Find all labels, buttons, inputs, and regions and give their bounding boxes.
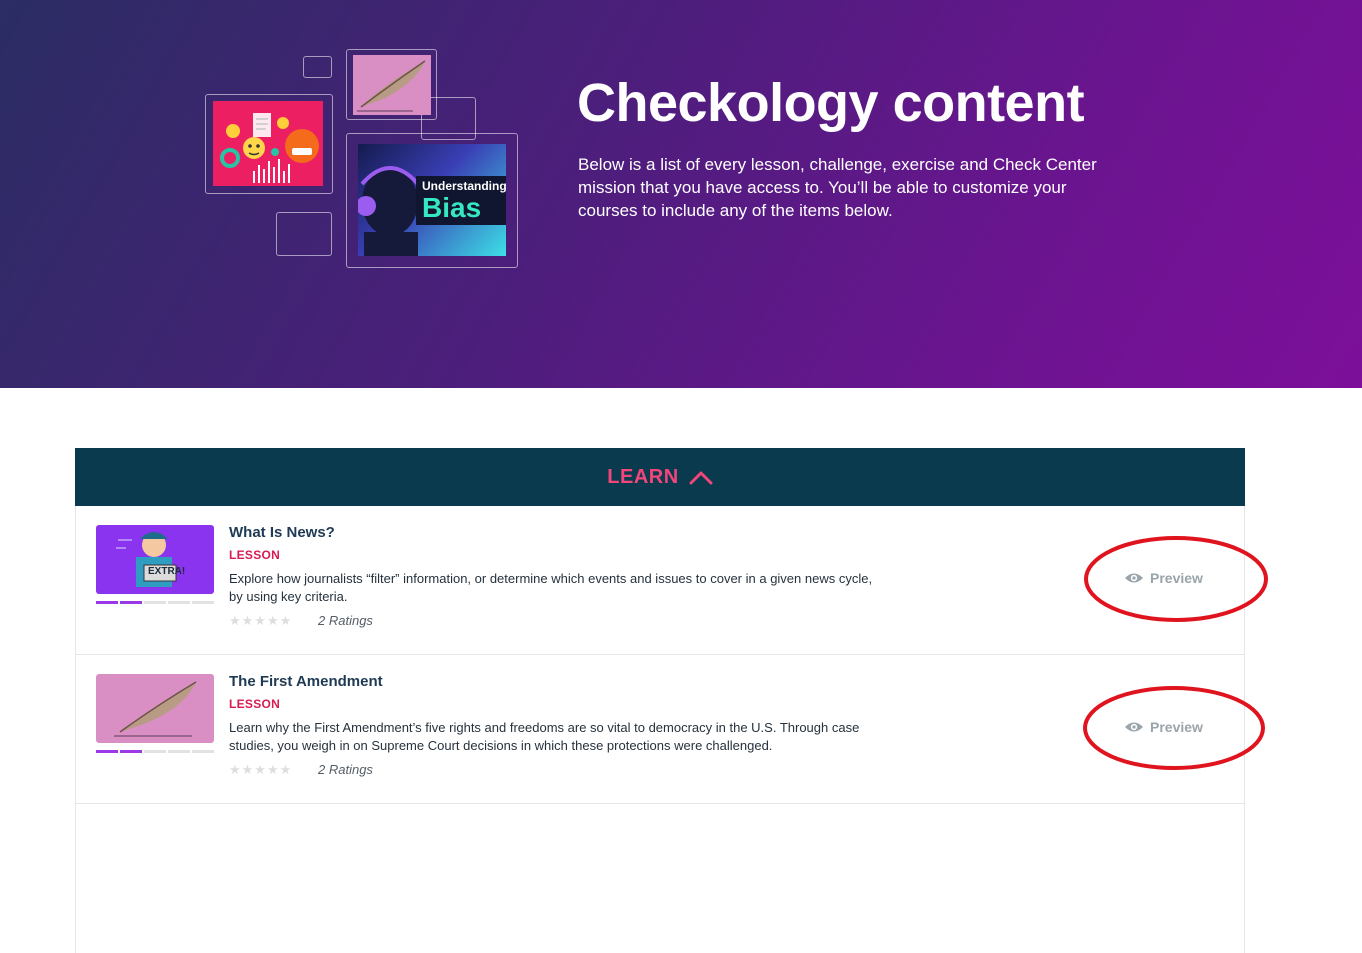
preview-button[interactable]: Preview: [1124, 719, 1203, 735]
hero-banner: Understanding Bias Checkology content Be…: [0, 0, 1362, 388]
rating-stars: ★★★★★: [229, 613, 293, 628]
learn-section-label: LEARN: [607, 465, 679, 488]
bias-caption: Understanding Bias: [416, 176, 506, 225]
learn-section: LEARN EXTRA! What Is News? LESSON Explor…: [75, 448, 1245, 953]
page-description: Below is a list of every lesson, challen…: [578, 155, 1097, 220]
lesson-thumbnail[interactable]: [96, 674, 214, 743]
understanding-bias-illustration: Understanding Bias: [358, 144, 506, 256]
preview-label: Preview: [1150, 719, 1203, 735]
lesson-row: [75, 804, 1245, 953]
lesson-description: Learn why the First Amendment’s five rig…: [229, 720, 860, 753]
decorative-frame: [303, 56, 332, 78]
lesson-title[interactable]: The First Amendment: [229, 673, 383, 690]
rating-stars: ★★★★★: [229, 762, 293, 777]
bias-caption-big: Bias: [422, 192, 482, 223]
lesson-progress: [96, 601, 214, 604]
lesson-row: The First Amendment LESSON Learn why the…: [75, 655, 1245, 804]
lesson-type: LESSON: [229, 548, 281, 562]
eye-icon: [1125, 722, 1143, 732]
lesson-thumbnail[interactable]: EXTRA!: [96, 525, 214, 594]
lesson-progress: [96, 750, 214, 753]
lesson-title[interactable]: What Is News?: [229, 524, 335, 541]
eye-icon: [1125, 573, 1143, 583]
preview-button[interactable]: Preview: [1124, 570, 1203, 586]
thumbnail-extra-text: EXTRA!: [148, 566, 186, 577]
chevron-up-icon: [689, 471, 713, 485]
preview-label: Preview: [1150, 570, 1203, 586]
bias-caption-small: Understanding: [422, 179, 506, 193]
lesson-type: LESSON: [229, 697, 281, 711]
feather-illustration: [353, 55, 431, 115]
emoji-illustration: [213, 101, 323, 186]
page-title: Checkology content: [577, 73, 1085, 133]
lesson-row: EXTRA! What Is News? LESSON Explore how …: [75, 506, 1245, 655]
rating-count: 2 Ratings: [318, 613, 373, 628]
lesson-description: Explore how journalists “filter” informa…: [229, 571, 873, 604]
rating-count: 2 Ratings: [318, 762, 373, 777]
learn-section-toggle[interactable]: LEARN: [75, 448, 1245, 506]
decorative-frame: [276, 212, 332, 256]
